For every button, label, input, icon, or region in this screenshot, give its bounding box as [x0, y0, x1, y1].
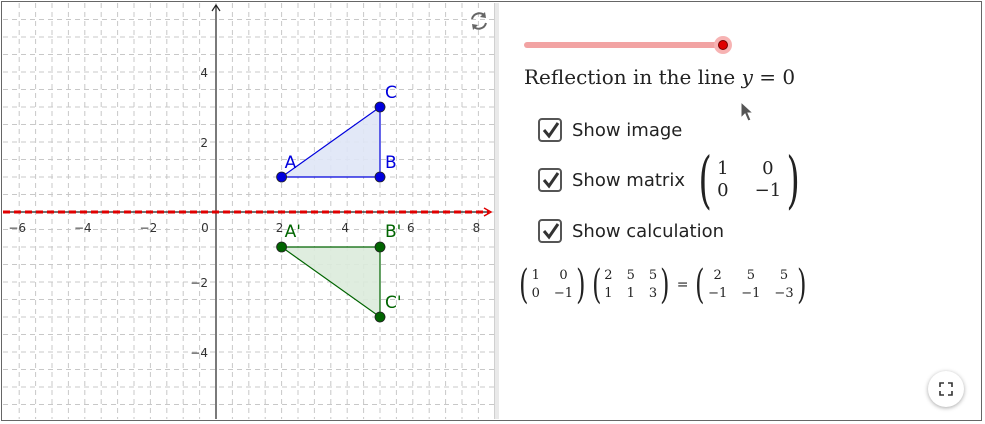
x-tick-label: 0	[201, 221, 209, 235]
slider-track[interactable]	[524, 42, 728, 48]
y-tick-label: −2	[190, 276, 208, 290]
mouse-pointer-icon	[740, 101, 755, 122]
matrix-grid: 1 0 0 −1	[717, 158, 781, 202]
matrix-right-paren: )	[786, 143, 800, 216]
show-image-checkbox[interactable]	[538, 118, 562, 142]
calc-paren: )	[796, 262, 807, 308]
y-tick-label: 2	[200, 136, 208, 150]
show-calculation-label: Show calculation	[572, 220, 725, 242]
calc-paren: (	[591, 262, 602, 308]
calc-paren: )	[576, 262, 586, 308]
show-calculation-row[interactable]: Show calculation	[538, 219, 724, 243]
original-point-label: C	[385, 83, 397, 103]
coordinate-plane[interactable]: −6 −4 −2 0 2 4 6 8 4 2 −2 −4 A B C A' B' C'	[3, 3, 495, 419]
original-point[interactable]	[276, 171, 288, 183]
calc-cell: 5	[648, 268, 658, 283]
original-point[interactable]	[374, 171, 386, 183]
calc-matrix-left: 1 0 0 −1	[532, 267, 573, 303]
x-tick-label: 8	[473, 221, 481, 235]
original-point-label: B	[385, 153, 397, 173]
show-calculation-checkbox[interactable]	[538, 219, 562, 243]
caption-text: Reflection in the line	[524, 65, 742, 89]
calc-paren: (	[695, 262, 705, 308]
x-tick-label: 4	[341, 221, 349, 235]
image-point-label: B'	[385, 222, 401, 242]
x-tick-label: −4	[74, 221, 92, 235]
panel-divider[interactable]	[494, 3, 499, 419]
refresh-icon[interactable]	[468, 10, 490, 32]
matrix-cell: 0	[717, 180, 729, 201]
fullscreen-icon	[939, 382, 953, 396]
calc-cell: −1	[741, 286, 761, 301]
triangle-abc[interactable]	[279, 105, 381, 178]
calc-cell: 0	[531, 286, 540, 301]
calc-matrix-mid: 2 5 5 1 1 3	[604, 267, 657, 303]
image-point[interactable]	[374, 241, 386, 253]
image-point[interactable]	[374, 311, 386, 323]
show-matrix-checkbox[interactable]	[538, 168, 562, 192]
calc-cell: 1	[626, 286, 635, 301]
calc-equals: =	[676, 277, 689, 293]
matrix-cell: 0	[762, 158, 774, 179]
matrix-cell: 1	[717, 158, 729, 179]
image-point-label: A'	[285, 222, 301, 242]
reflection-caption: Reflection in the line y = 0	[524, 65, 795, 89]
x-tick-label: −6	[8, 221, 26, 235]
triangle-image[interactable]	[279, 246, 381, 319]
transformation-matrix: ( 1 0 0 −1 )	[693, 149, 805, 211]
y-tick-label: 4	[200, 66, 208, 80]
x-tick-label: 2	[276, 221, 284, 235]
calc-cell: 0	[559, 268, 568, 283]
calc-cell: 2	[604, 268, 613, 283]
show-matrix-row[interactable]: Show matrix ( 1 0 0 −1 )	[538, 149, 805, 211]
caption-rest: = 0	[752, 65, 796, 89]
calc-paren: )	[660, 262, 670, 308]
calc-cell: −1	[708, 286, 728, 301]
calc-cell: 2	[713, 268, 722, 283]
caption-variable: y	[741, 65, 753, 89]
algebra-panel: Reflection in the line y = 0 Show image …	[500, 3, 980, 419]
x-tick-label: −2	[140, 221, 158, 235]
show-image-label: Show image	[572, 119, 683, 141]
calc-cell: −1	[553, 286, 574, 301]
x-tick-label: 6	[407, 221, 415, 235]
matrix-cell: −1	[754, 180, 782, 201]
image-point-label: C'	[385, 293, 402, 313]
matrix-calculation: ( 1 0 0 −1 ) ( 2 5 5 1 1 3 ) = ( 2 5 5 −…	[516, 265, 809, 305]
slider-handle[interactable]	[714, 36, 732, 54]
y-tick-label: −4	[190, 346, 208, 360]
fullscreen-button[interactable]	[928, 371, 964, 407]
show-image-row[interactable]: Show image	[538, 118, 682, 142]
original-point[interactable]	[374, 101, 386, 113]
calc-cell: 5	[779, 268, 789, 283]
calc-cell: −3	[774, 286, 794, 301]
matrix-left-paren: (	[698, 143, 712, 216]
calc-paren: (	[519, 262, 529, 308]
calc-cell: 3	[648, 286, 658, 301]
calc-matrix-right: 2 5 5 −1 −1 −3	[708, 267, 794, 303]
original-point-label: A	[285, 153, 297, 173]
graphics-view[interactable]: −6 −4 −2 0 2 4 6 8 4 2 −2 −4 A B C A' B' C'	[3, 3, 495, 419]
image-point[interactable]	[276, 241, 288, 253]
calc-cell: 1	[531, 268, 540, 283]
calc-cell: 5	[746, 268, 755, 283]
calc-cell: 1	[604, 286, 613, 301]
show-matrix-label: Show matrix	[572, 169, 685, 191]
calc-cell: 5	[626, 268, 635, 283]
